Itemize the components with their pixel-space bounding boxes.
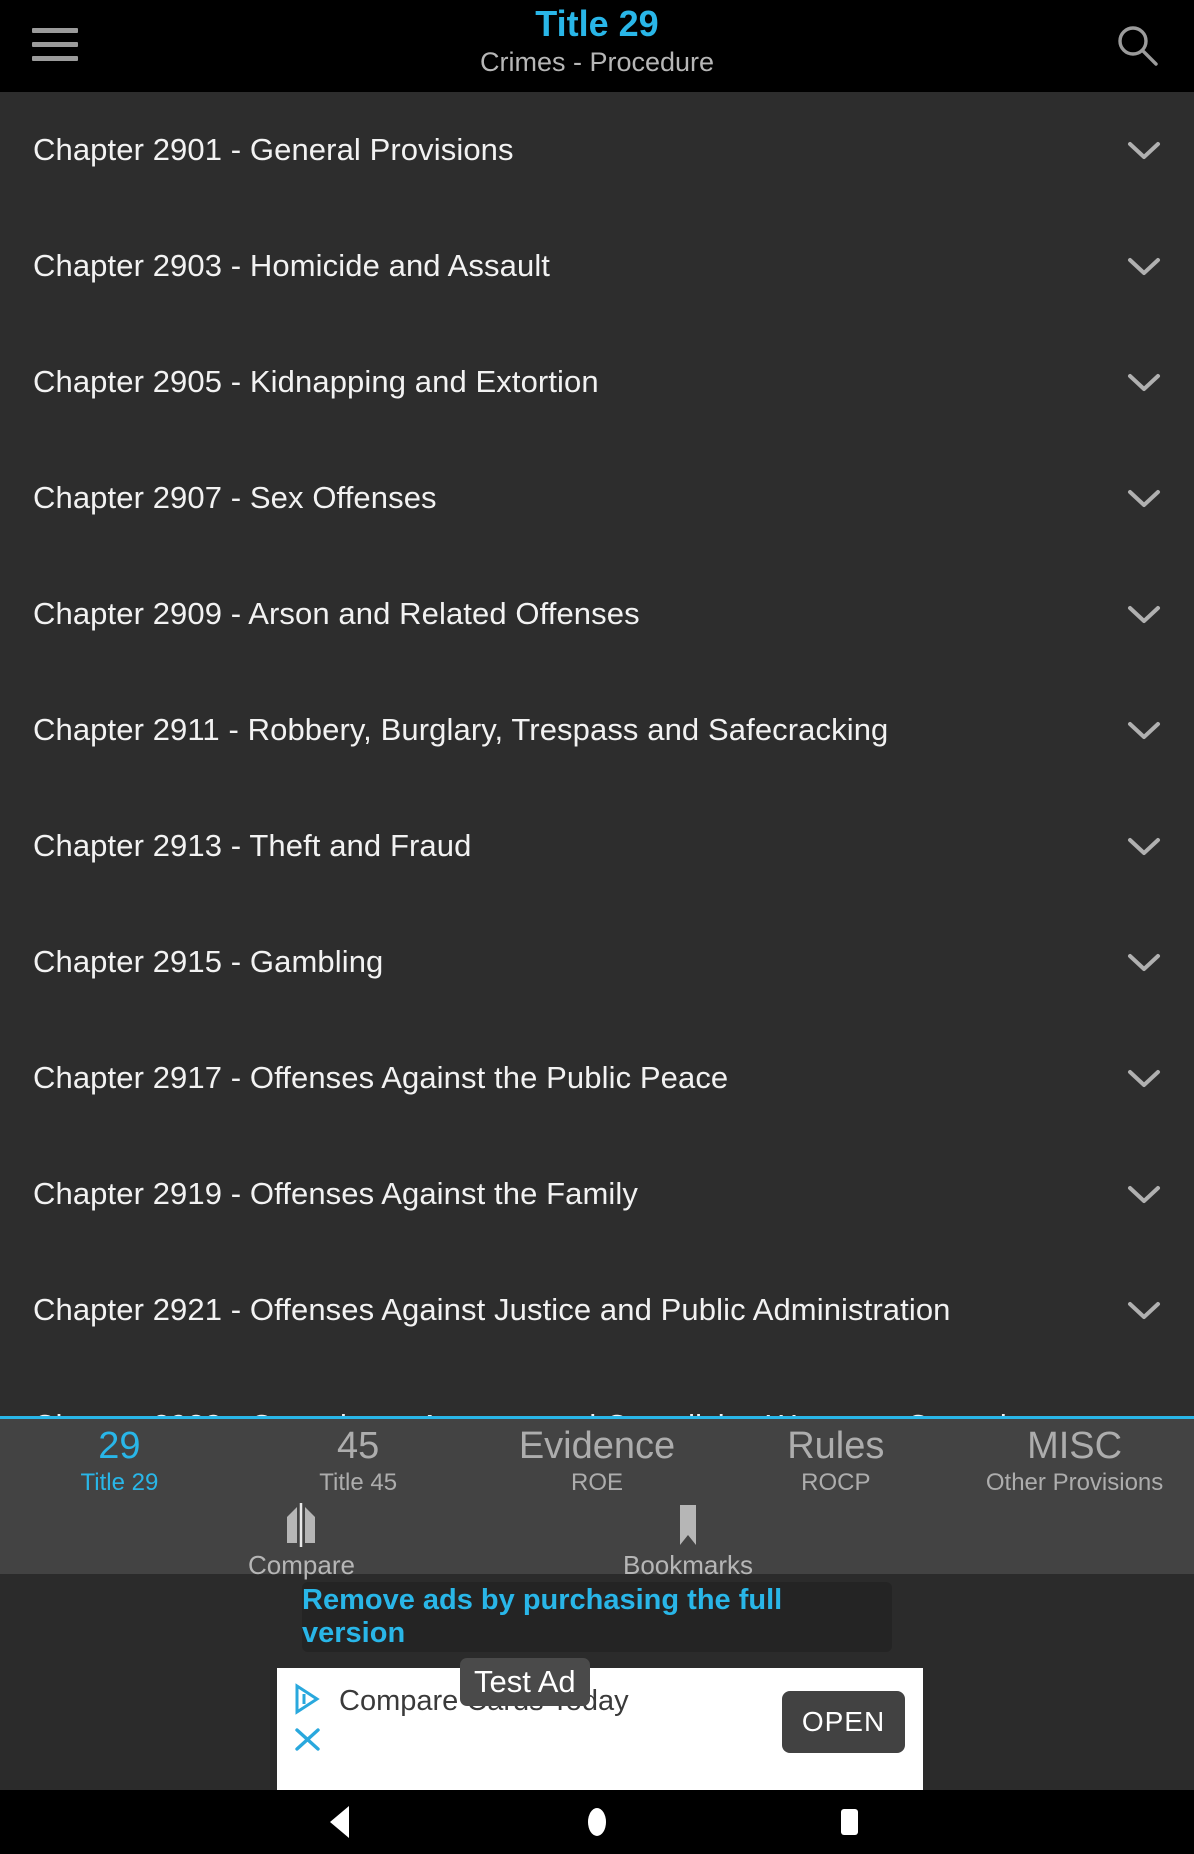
tab-roe[interactable]: Evidence ROE <box>478 1419 717 1503</box>
chevron-down-icon[interactable] <box>1126 835 1162 857</box>
chapter-row[interactable]: Chapter 2917 - Offenses Against the Publ… <box>0 1020 1194 1136</box>
chevron-down-icon[interactable] <box>1126 139 1162 161</box>
chevron-down-icon[interactable] <box>1126 487 1162 509</box>
compare-icon <box>283 1503 319 1547</box>
tab-label: Other Provisions <box>985 1469 1164 1496</box>
remove-ads-banner[interactable]: Remove ads by purchasing the full versio… <box>302 1582 892 1652</box>
chevron-down-icon[interactable] <box>1126 1067 1162 1089</box>
chevron-down-icon[interactable] <box>1126 603 1162 625</box>
search-icon[interactable] <box>1112 20 1164 72</box>
ad-test-badge: Test Ad <box>460 1658 590 1706</box>
compare-label: Compare <box>248 1550 355 1580</box>
chapter-label: Chapter 2911 - Robbery, Burglary, Trespa… <box>33 712 889 747</box>
chapter-label: Chapter 2913 - Theft and Fraud <box>33 828 472 863</box>
chapter-label: Chapter 2919 - Offenses Against the Fami… <box>33 1176 639 1211</box>
tab-label: ROE <box>570 1469 623 1496</box>
tab-label: Title 29 <box>80 1469 159 1496</box>
chevron-down-icon[interactable] <box>1126 255 1162 277</box>
tab-label: Title 45 <box>319 1469 398 1496</box>
chevron-down-icon[interactable] <box>1126 719 1162 741</box>
tab-icon-label: 29 <box>98 1425 141 1467</box>
adchoices-icon[interactable] <box>291 1682 325 1716</box>
bookmarks-label: Bookmarks <box>623 1550 754 1580</box>
tab-icon-label: Rules <box>787 1425 885 1467</box>
chevron-down-icon[interactable] <box>1126 1183 1162 1205</box>
chapter-label: Chapter 2907 - Sex Offenses <box>33 480 437 515</box>
chapter-label: Chapter 2917 - Offenses Against the Publ… <box>33 1060 729 1095</box>
tab-title-45[interactable]: 45 Title 45 <box>239 1419 478 1503</box>
ad-open-button[interactable]: OPEN <box>782 1691 905 1753</box>
chapter-row[interactable]: Chapter 2903 - Homicide and Assault <box>0 208 1194 324</box>
chapter-row[interactable]: Chapter 2905 - Kidnapping and Extortion <box>0 324 1194 440</box>
chapter-row[interactable]: Chapter 2907 - Sex Offenses <box>0 440 1194 556</box>
app-root: Title 29 Crimes - Procedure Chapter 2901… <box>0 0 1194 1854</box>
chapter-row[interactable]: Chapter 2915 - Gambling <box>0 904 1194 1020</box>
chapter-row[interactable]: Chapter 2921 - Offenses Against Justice … <box>0 1252 1194 1368</box>
chapter-label: Chapter 2901 - General Provisions <box>33 132 514 167</box>
chapter-row[interactable]: Chapter 2901 - General Provisions <box>0 92 1194 208</box>
tab-icon-label: Evidence <box>518 1425 676 1467</box>
tab-row: 29 Title 29 45 Title 45 Evidence ROE Rules ROCP… <box>0 1419 1194 1503</box>
chapter-row[interactable]: Chapter 2923 - Conspiracy, Attempt, and … <box>0 1368 1194 1416</box>
chapter-label: Chapter 2915 - Gambling <box>33 944 384 979</box>
chapter-list[interactable]: Chapter 2901 - General Provisions Chapter… <box>0 92 1194 1416</box>
app-bar: Title 29 Crimes - Procedure <box>0 0 1194 92</box>
chapter-label: Chapter 2903 - Homicide and Assault <box>33 248 551 283</box>
tab-other-provisions[interactable]: MISC Other Provisions <box>955 1419 1194 1503</box>
title-block: Title 29 Crimes - Procedure <box>0 3 1194 79</box>
chapter-label: Chapter 2921 - Offenses Against Justice … <box>33 1292 951 1327</box>
action-row: Compare Bookmarks <box>0 1503 1194 1580</box>
tab-rocp[interactable]: Rules ROCP <box>716 1419 955 1503</box>
chapter-row[interactable]: Chapter 2909 - Arson and Related Offense… <box>0 556 1194 672</box>
chevron-down-icon[interactable] <box>1126 1299 1162 1321</box>
bookmark-icon <box>671 1503 705 1547</box>
chapter-row[interactable]: Chapter 2911 - Robbery, Burglary, Trespa… <box>0 672 1194 788</box>
chevron-down-icon[interactable] <box>1126 371 1162 393</box>
home-circle-icon[interactable] <box>537 1790 657 1854</box>
recents-square-icon[interactable] <box>790 1790 910 1854</box>
tab-label: ROCP <box>801 1469 871 1496</box>
page-subtitle: Crimes - Procedure <box>479 47 715 77</box>
chapter-row[interactable]: Chapter 2913 - Theft and Fraud <box>0 788 1194 904</box>
compare-button[interactable]: Compare <box>248 1503 355 1581</box>
ad-banner[interactable]: Compare Cards Today Test Ad OPEN <box>277 1658 923 1790</box>
android-nav-bar <box>0 1790 1194 1854</box>
tab-icon-label: MISC <box>1027 1425 1123 1467</box>
chapter-label: Chapter 2909 - Arson and Related Offense… <box>33 596 640 631</box>
chapter-label: Chapter 2905 - Kidnapping and Extortion <box>33 364 599 399</box>
close-icon[interactable] <box>291 1722 325 1756</box>
chevron-down-icon[interactable] <box>1126 951 1162 973</box>
chapter-label: Chapter 2923 - Conspiracy, Attempt, and … <box>33 1368 1016 1416</box>
page-title: Title 29 <box>535 3 659 44</box>
back-triangle-icon[interactable] <box>280 1790 400 1854</box>
bottom-tab-bar: 29 Title 29 45 Title 45 Evidence ROE Rules ROCP… <box>0 1416 1194 1580</box>
remove-ads-label: Remove ads by purchasing the full versio… <box>302 1584 783 1649</box>
tab-title-29[interactable]: 29 Title 29 <box>0 1419 239 1503</box>
tab-icon-label: 45 <box>337 1425 380 1467</box>
bookmarks-button[interactable]: Bookmarks <box>623 1503 753 1581</box>
chapter-row[interactable]: Chapter 2919 - Offenses Against the Fami… <box>0 1136 1194 1252</box>
